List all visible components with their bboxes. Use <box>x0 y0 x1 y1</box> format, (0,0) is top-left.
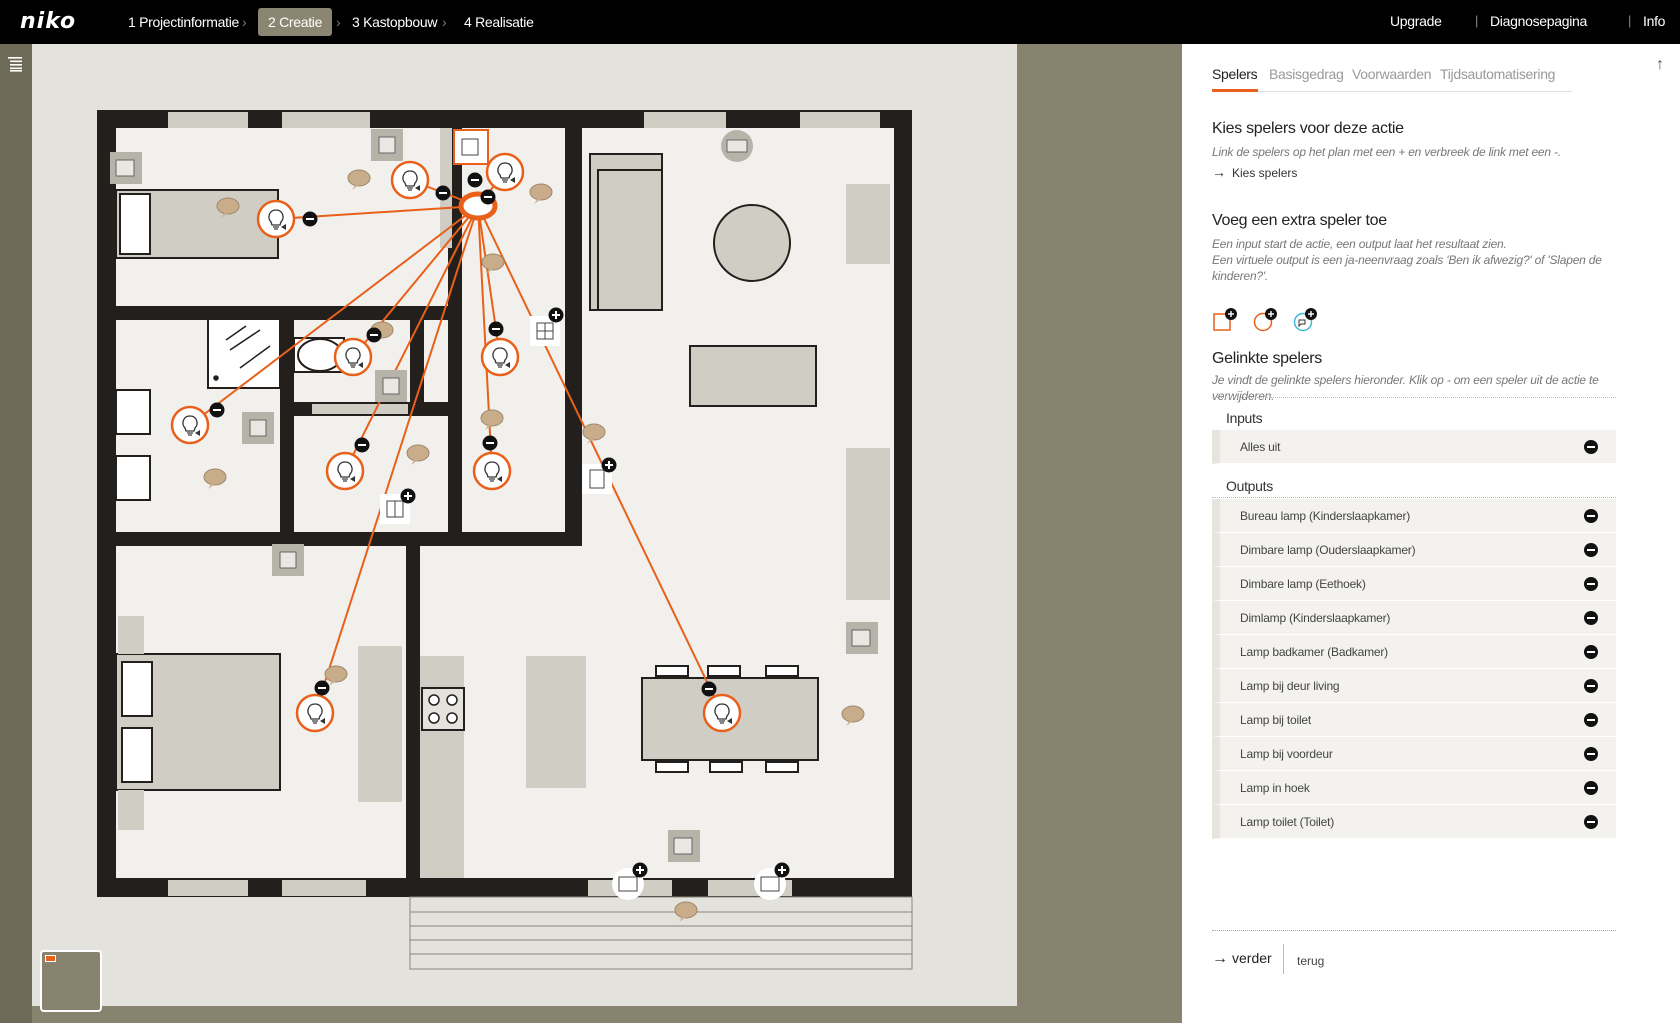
linked-output-row: Dimlamp (Kinderslaapkamer) <box>1212 601 1616 635</box>
terug-button[interactable]: terug <box>1297 954 1324 968</box>
list-menu-icon[interactable] <box>8 56 22 72</box>
tab-spelers[interactable]: Spelers <box>1212 66 1258 82</box>
tab-tijdsautomatisering[interactable]: Tijdsautomatisering <box>1440 66 1555 82</box>
linked-output-row: Lamp bij voordeur <box>1212 737 1616 771</box>
linked-output-label: Lamp badkamer (Badkamer) <box>1240 645 1388 659</box>
top-navigation-bar: niko 1 Projectinformatie › 2 Creatie › 3… <box>0 0 1680 44</box>
linked-output-label: Lamp bij voordeur <box>1240 747 1333 761</box>
footer-separator <box>1283 944 1284 974</box>
step-creatie[interactable]: 2 Creatie <box>258 8 333 36</box>
arrow-right-icon: → <box>1212 164 1226 180</box>
add-input-icon[interactable] <box>1212 308 1238 332</box>
step-kastopbouw[interactable]: 3 Kastopbouw <box>342 8 447 36</box>
remove-minus-icon[interactable] <box>1584 440 1598 454</box>
link-separator: | <box>1475 13 1479 28</box>
remove-minus-icon[interactable] <box>1584 577 1598 591</box>
linked-output-label: Dimlamp (Kinderslaapkamer) <box>1240 611 1391 625</box>
remove-minus-icon[interactable] <box>1584 713 1598 727</box>
linked-output-label: Dimbare lamp (Eethoek) <box>1240 577 1366 591</box>
linked-output-row: Lamp badkamer (Badkamer) <box>1212 635 1616 669</box>
add-output-icon[interactable] <box>1252 308 1278 332</box>
minimap-viewport-marker <box>45 955 56 962</box>
section-divider <box>1212 397 1616 398</box>
action-side-panel: ↑ Spelers Basisgedrag Voorwaarden Tijdsa… <box>1182 44 1680 1023</box>
kies-spelers-link[interactable]: → Kies spelers <box>1212 164 1297 180</box>
floor-plan-canvas[interactable] <box>32 44 1017 1012</box>
linked-output-label: Lamp bij toilet <box>1240 713 1312 727</box>
remove-minus-icon[interactable] <box>1584 781 1598 795</box>
linked-output-label: Dimbare lamp (Ouderslaapkamer) <box>1240 543 1416 557</box>
add-virtual-output-icon[interactable] <box>1292 308 1318 332</box>
extra-speler-help-2: Een virtuele output is een ja-neenvraag … <box>1212 253 1602 283</box>
remove-minus-icon[interactable] <box>1584 747 1598 761</box>
step-separator-chevron-icon: › <box>442 14 447 30</box>
linked-output-row: Lamp bij toilet <box>1212 703 1616 737</box>
gelinkte-spelers-heading: Gelinkte spelers <box>1212 350 1322 367</box>
step-separator-chevron-icon: › <box>242 14 247 30</box>
gelinkte-spelers-help: Je vindt de gelinkte spelers hieronder. … <box>1212 373 1599 403</box>
remove-minus-icon[interactable] <box>1584 509 1598 523</box>
linked-output-label: Lamp toilet (Toilet) <box>1240 815 1335 829</box>
step-separator-chevron-icon: › <box>336 14 341 30</box>
arrow-up-icon[interactable]: ↑ <box>1656 56 1664 74</box>
link-separator: | <box>1628 13 1632 28</box>
remove-minus-icon[interactable] <box>1584 543 1598 557</box>
linked-output-label: Lamp bij deur living <box>1240 679 1340 693</box>
panel-tabs: Spelers Basisgedrag Voorwaarden Tijdsaut… <box>1212 66 1572 92</box>
upgrade-link[interactable]: Upgrade <box>1390 13 1442 29</box>
linked-output-row: Lamp bij deur living <box>1212 669 1616 703</box>
tab-basisgedrag[interactable]: Basisgedrag <box>1269 66 1344 82</box>
section-divider <box>1212 497 1616 498</box>
tab-voorwaarden[interactable]: Voorwaarden <box>1352 66 1432 82</box>
step-realisatie[interactable]: 4 Realisatie <box>454 8 544 36</box>
diagnosepagina-link[interactable]: Diagnosepagina <box>1490 13 1587 29</box>
linked-output-row: Lamp in hoek <box>1212 771 1616 805</box>
linked-input-row: Alles uit <box>1212 430 1616 464</box>
remove-minus-icon[interactable] <box>1584 679 1598 693</box>
floor-plan-svg <box>97 110 913 970</box>
step-projectinformatie[interactable]: 1 Projectinformatie <box>118 8 249 36</box>
minimap-thumbnail[interactable] <box>40 950 102 1012</box>
left-sidebar-strip <box>0 44 32 1023</box>
linked-output-row: Bureau lamp (Kinderslaapkamer) <box>1212 499 1616 533</box>
linked-output-row: Dimbare lamp (Ouderslaapkamer) <box>1212 533 1616 567</box>
outputs-label: Outputs <box>1226 478 1273 494</box>
footer-divider <box>1212 930 1616 931</box>
remove-minus-icon[interactable] <box>1584 611 1598 625</box>
remove-minus-icon[interactable] <box>1584 815 1598 829</box>
kies-spelers-link-label: Kies spelers <box>1232 166 1298 180</box>
linked-output-label: Lamp in hoek <box>1240 781 1310 795</box>
verder-label: verder <box>1232 950 1272 966</box>
arrow-right-icon: → <box>1212 950 1228 967</box>
active-tab-indicator <box>1212 89 1258 92</box>
linked-output-row: Dimbare lamp (Eethoek) <box>1212 567 1616 601</box>
kies-spelers-help: Link de spelers op het plan met een + en… <box>1212 145 1561 159</box>
niko-logo[interactable]: niko <box>20 9 76 34</box>
extra-speler-heading: Voeg een extra speler toe <box>1212 212 1387 229</box>
info-link[interactable]: Info <box>1643 13 1665 29</box>
linked-input-label: Alles uit <box>1240 440 1281 454</box>
remove-minus-icon[interactable] <box>1584 645 1598 659</box>
extra-speler-help-1: Een input start de actie, een output laa… <box>1212 237 1507 251</box>
verder-button[interactable]: → verder <box>1212 950 1272 968</box>
kies-spelers-heading: Kies spelers voor deze actie <box>1212 120 1404 137</box>
linked-output-label: Bureau lamp (Kinderslaapkamer) <box>1240 509 1411 523</box>
linked-output-row: Lamp toilet (Toilet) <box>1212 805 1616 839</box>
inputs-label: Inputs <box>1226 410 1263 426</box>
